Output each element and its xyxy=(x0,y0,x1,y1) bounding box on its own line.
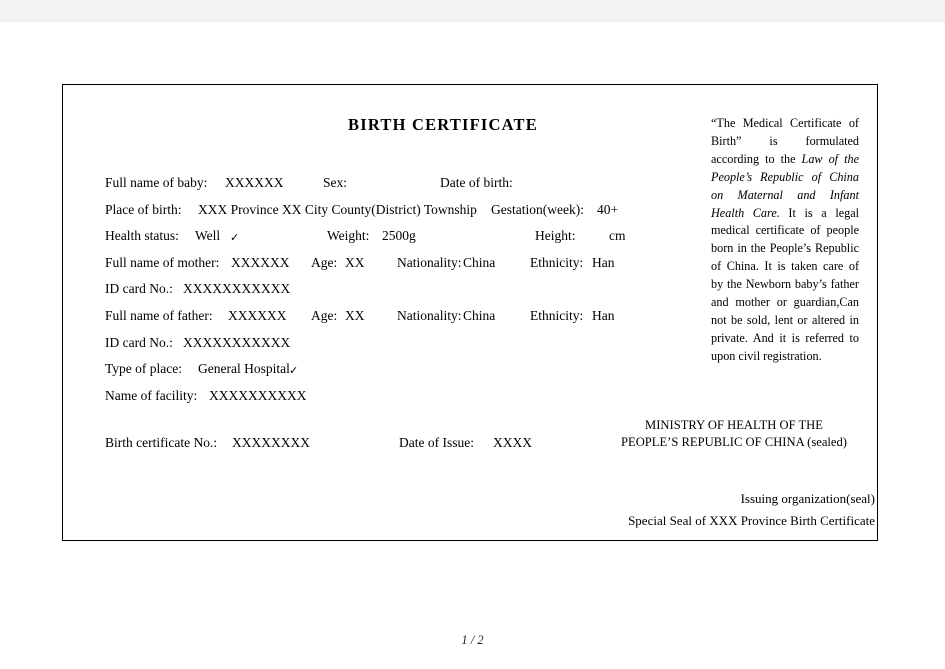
height-label: Height: xyxy=(535,228,576,244)
field-row-father: Full name of father: XXXXXX Age: XX Nati… xyxy=(105,303,665,330)
ministry-line-2: PEOPLE’S REPUBLIC OF CHINA (sealed) xyxy=(621,435,847,449)
ministry-block: MINISTRY OF HEALTH OF THE PEOPLE’S REPUB… xyxy=(593,417,875,451)
birth-certificate-box: BIRTH CERTIFICATE Full name of baby: XXX… xyxy=(62,84,878,541)
health-status-label: Health status: xyxy=(105,228,179,244)
document-page: BIRTH CERTIFICATE Full name of baby: XXX… xyxy=(0,22,945,669)
certificate-fields: Full name of baby: XXXXXX Sex: Date of b… xyxy=(105,170,665,409)
issuing-organization-seal: Issuing organization(seal) xyxy=(740,491,875,506)
field-row-type-of-place: Type of place: General Hospital ✓ xyxy=(105,356,665,383)
mother-nationality-value: China xyxy=(463,254,496,270)
health-status-check-icon: ✓ xyxy=(230,232,240,245)
mother-id-value: XXXXXXXXXXX xyxy=(183,281,291,297)
birth-cert-no-label: Birth certificate No.: xyxy=(105,435,218,450)
name-of-facility-label: Name of facility: xyxy=(105,387,198,403)
special-seal: Special Seal of XXX Province Birth Certi… xyxy=(628,513,875,528)
browser-top-band xyxy=(0,0,945,22)
date-of-issue-label: Date of Issue: xyxy=(399,435,474,450)
father-nationality-label: Nationality: xyxy=(397,307,462,323)
page-title: BIRTH CERTIFICATE xyxy=(348,115,538,134)
mother-nationality-label: Nationality: xyxy=(397,254,462,270)
father-ethnicity-label: Ethnicity: xyxy=(530,307,584,323)
field-row-father-id: ID card No.: XXXXXXXXXXX xyxy=(105,330,665,357)
field-row-place-of-birth: Place of birth: XXX Province XX City Cou… xyxy=(105,197,665,224)
father-ethnicity-value: Han xyxy=(592,307,615,323)
field-row-mother: Full name of mother: XXXXXX Age: XX Nati… xyxy=(105,250,665,277)
type-of-place-label: Type of place: xyxy=(105,361,183,377)
ministry-line-1: MINISTRY OF HEALTH OF THE xyxy=(645,418,823,432)
gestation-value: 40+ xyxy=(597,201,619,217)
place-of-birth-value: XXX Province XX City County(District) To… xyxy=(198,201,477,217)
mother-age-label: Age: xyxy=(311,254,338,270)
field-row-baby-name: Full name of baby: XXXXXX Sex: Date of b… xyxy=(105,170,665,197)
type-of-place-value: General Hospital xyxy=(198,361,290,377)
weight-value: 2500g xyxy=(382,228,416,244)
weight-label: Weight: xyxy=(327,228,370,244)
date-of-issue-value: XXXX xyxy=(493,435,532,450)
field-row-certificate-number: Birth certificate No.: XXXXXXXX Date of … xyxy=(105,435,665,457)
father-name-label: Full name of father: xyxy=(105,307,213,323)
legal-notice: “The Medical Certificate of Birth” is fo… xyxy=(711,115,859,366)
full-name-baby-label: Full name of baby: xyxy=(105,175,208,190)
father-age-label: Age: xyxy=(311,307,338,323)
name-of-facility-value: XXXXXXXXXX xyxy=(209,387,307,403)
father-name-value: XXXXXX xyxy=(228,307,287,323)
sex-label: Sex: xyxy=(323,175,348,190)
legal-notice-part2: It is a legal medical certificate of peo… xyxy=(711,205,859,363)
mother-name-value: XXXXXX xyxy=(231,254,290,270)
mother-ethnicity-value: Han xyxy=(592,254,615,270)
father-id-label: ID card No.: xyxy=(105,334,173,350)
health-status-value: Well xyxy=(195,228,221,244)
mother-id-label: ID card No.: xyxy=(105,281,173,297)
mother-age-value: XX xyxy=(345,254,365,270)
full-name-baby-value: XXXXXX xyxy=(225,175,284,190)
mother-ethnicity-label: Ethnicity: xyxy=(530,254,584,270)
height-value: cm xyxy=(609,228,626,244)
date-of-birth-label: Date of birth: xyxy=(440,175,513,190)
mother-name-label: Full name of mother: xyxy=(105,254,220,270)
type-of-place-check-icon: ✓ xyxy=(289,365,299,378)
birth-cert-no-value: XXXXXXXX xyxy=(232,435,310,450)
page-number: 1 / 2 xyxy=(461,633,484,647)
gestation-label: Gestation(week): xyxy=(491,201,584,217)
seal-block: Issuing organization(seal) Special Seal … xyxy=(583,488,875,532)
field-row-facility: Name of facility: XXXXXXXXXX xyxy=(105,383,665,410)
place-of-birth-label: Place of birth: xyxy=(105,201,182,217)
field-row-mother-id: ID card No.: XXXXXXXXXXX xyxy=(105,276,665,303)
father-nationality-value: China xyxy=(463,307,496,323)
father-id-value: XXXXXXXXXXX xyxy=(183,334,291,350)
field-row-health-status: Health status: Well ✓ Weight: 2500g Heig… xyxy=(105,223,665,250)
father-age-value: XX xyxy=(345,307,365,323)
